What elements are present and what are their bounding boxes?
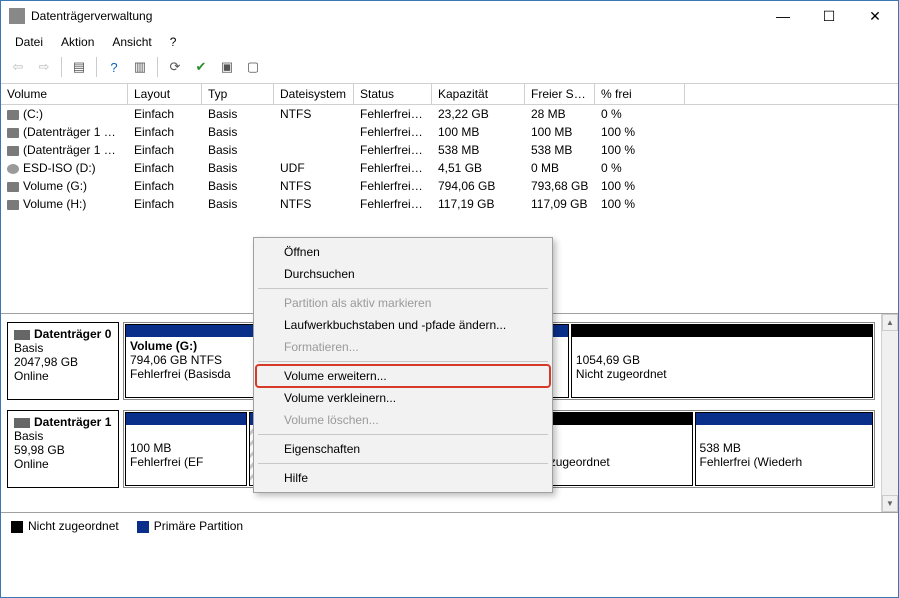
toolbar-separator <box>96 57 97 77</box>
disk-size: 2047,98 GB <box>14 355 78 369</box>
stripe-primary <box>696 413 872 425</box>
ctx-shrink-volume[interactable]: Volume verkleinern... <box>256 387 550 409</box>
scroll-down-icon[interactable]: ▼ <box>882 495 898 512</box>
action-icon-1[interactable]: ▣ <box>216 56 238 78</box>
disk-status: Online <box>14 369 49 383</box>
volume-row[interactable]: Volume (H:)EinfachBasisNTFSFehlerfrei (.… <box>1 195 898 213</box>
volume-list-header: Volume Layout Typ Dateisystem Status Kap… <box>1 84 898 105</box>
maximize-button[interactable]: ☐ <box>806 1 852 31</box>
legend: Nicht zugeordnet Primäre Partition <box>1 512 898 539</box>
col-pct[interactable]: % frei <box>595 84 685 104</box>
ctx-extend-volume[interactable]: Volume erweitern... <box>256 365 550 387</box>
ctx-help[interactable]: Hilfe <box>256 467 550 489</box>
ctx-separator <box>258 434 548 435</box>
minimize-button[interactable]: — <box>760 1 806 31</box>
window-title: Datenträgerverwaltung <box>31 9 760 23</box>
partition-efi[interactable]: 100 MBFehlerfrei (EF <box>125 412 247 486</box>
stripe-primary <box>126 413 246 425</box>
ctx-open[interactable]: Öffnen <box>256 241 550 263</box>
volume-icon <box>7 146 19 156</box>
disk-label-0[interactable]: Datenträger 0 Basis 2047,98 GB Online <box>7 322 119 400</box>
disk-type: Basis <box>14 341 43 355</box>
action-icon-2[interactable]: ▢ <box>242 56 264 78</box>
ctx-properties[interactable]: Eigenschaften <box>256 438 550 460</box>
legend-unallocated: Nicht zugeordnet <box>11 519 119 533</box>
nav-forward-button[interactable]: ⇨ <box>33 56 55 78</box>
col-free[interactable]: Freier Sp... <box>525 84 595 104</box>
nav-back-button[interactable]: ⇦ <box>7 56 29 78</box>
ctx-delete-volume: Volume löschen... <box>256 409 550 431</box>
scroll-up-icon[interactable]: ▲ <box>882 314 898 331</box>
volume-row[interactable]: (Datenträger 1 Par...EinfachBasisFehlerf… <box>1 141 898 159</box>
help-icon[interactable]: ? <box>103 56 125 78</box>
ctx-change-letter[interactable]: Laufwerkbuchstaben und -pfade ändern... <box>256 314 550 336</box>
volume-icon <box>7 182 19 192</box>
col-layout[interactable]: Layout <box>128 84 202 104</box>
ctx-separator <box>258 463 548 464</box>
legend-primary: Primäre Partition <box>137 519 243 533</box>
scroll-track[interactable] <box>882 331 898 495</box>
ctx-mark-active: Partition als aktiv markieren <box>256 292 550 314</box>
ctx-separator <box>258 361 548 362</box>
volume-icon <box>7 200 19 210</box>
col-status[interactable]: Status <box>354 84 432 104</box>
ctx-format: Formatieren... <box>256 336 550 358</box>
partition-recovery[interactable]: 538 MBFehlerfrei (Wiederh <box>695 412 873 486</box>
volume-row[interactable]: Volume (G:)EinfachBasisNTFSFehlerfrei (.… <box>1 177 898 195</box>
ctx-separator <box>258 288 548 289</box>
col-fs[interactable]: Dateisystem <box>274 84 354 104</box>
swatch-primary-icon <box>137 521 149 533</box>
volume-icon <box>7 110 19 120</box>
stripe-unalloc <box>572 325 872 337</box>
graphical-scrollbar[interactable]: ▲ ▼ <box>881 314 898 512</box>
toolbar: ⇦ ⇨ ▤ ? ▥ ⟳ ✔ ▣ ▢ <box>1 53 898 84</box>
disk-type: Basis <box>14 429 43 443</box>
disk-icon <box>14 418 30 428</box>
disk-title: Datenträger 0 <box>34 327 111 341</box>
volume-row[interactable]: ESD-ISO (D:)EinfachBasisUDFFehlerfrei (.… <box>1 159 898 177</box>
title-bar: Datenträgerverwaltung — ☐ ✕ <box>1 1 898 31</box>
menu-action[interactable]: Aktion <box>53 33 102 51</box>
col-typ[interactable]: Typ <box>202 84 274 104</box>
details-view-icon[interactable]: ▤ <box>68 56 90 78</box>
menu-help[interactable]: ? <box>162 33 185 51</box>
disk-icon <box>14 330 30 340</box>
disk-status: Online <box>14 457 49 471</box>
volume-row[interactable]: (C:)EinfachBasisNTFSFehlerfrei (...23,22… <box>1 105 898 123</box>
menu-view[interactable]: Ansicht <box>104 33 159 51</box>
ctx-browse[interactable]: Durchsuchen <box>256 263 550 285</box>
volume-list-body: (C:)EinfachBasisNTFSFehlerfrei (...23,22… <box>1 105 898 213</box>
app-icon <box>9 8 25 24</box>
partition-unallocated[interactable]: 1054,69 GBNicht zugeordnet <box>571 324 873 398</box>
menu-bar: Datei Aktion Ansicht ? <box>1 31 898 53</box>
refresh-icon[interactable]: ⟳ <box>164 56 186 78</box>
swatch-unalloc-icon <box>11 521 23 533</box>
toolbar-separator <box>157 57 158 77</box>
disk-size: 59,98 GB <box>14 443 65 457</box>
col-cap[interactable]: Kapazität <box>432 84 525 104</box>
panel-toggle-icon[interactable]: ▥ <box>129 56 151 78</box>
col-volume[interactable]: Volume <box>1 84 128 104</box>
disk-label-1[interactable]: Datenträger 1 Basis 59,98 GB Online <box>7 410 119 488</box>
context-menu: Öffnen Durchsuchen Partition als aktiv m… <box>253 237 553 493</box>
volume-row[interactable]: (Datenträger 1 Par...EinfachBasisFehlerf… <box>1 123 898 141</box>
toolbar-separator <box>61 57 62 77</box>
disk-title: Datenträger 1 <box>34 415 111 429</box>
volume-icon <box>7 128 19 138</box>
menu-file[interactable]: Datei <box>7 33 51 51</box>
volume-icon <box>7 164 19 174</box>
check-icon[interactable]: ✔ <box>190 56 212 78</box>
close-button[interactable]: ✕ <box>852 1 898 31</box>
